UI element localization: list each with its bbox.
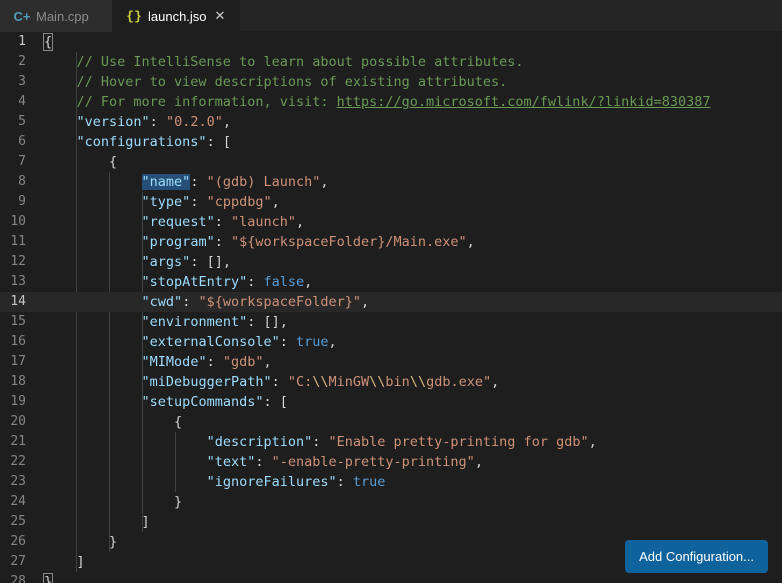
code-line[interactable]: 3 // Hover to view descriptions of exist… bbox=[0, 72, 782, 92]
code-line[interactable]: 15 "environment": [], bbox=[0, 312, 782, 332]
line-number: 1 bbox=[18, 34, 26, 49]
line-number: 2 bbox=[18, 54, 26, 69]
line-content[interactable]: "environment": [], bbox=[44, 312, 782, 332]
line-content[interactable]: "stopAtEntry": false, bbox=[44, 272, 782, 292]
line-content[interactable]: { bbox=[42, 32, 782, 52]
code-line[interactable]: 22 "text": "-enable-pretty-printing", bbox=[0, 452, 782, 472]
code-line[interactable]: 18 "miDebuggerPath": "C:\\MinGW\\bin\\gd… bbox=[0, 372, 782, 392]
line-content[interactable]: "version": "0.2.0", bbox=[44, 112, 782, 132]
line-number: 10 bbox=[10, 214, 26, 229]
line-number: 20 bbox=[10, 414, 26, 429]
code-line[interactable]: 13 "stopAtEntry": false, bbox=[0, 272, 782, 292]
code-line[interactable]: 19 "setupCommands": [ bbox=[0, 392, 782, 412]
line-content[interactable]: "program": "${workspaceFolder}/Main.exe"… bbox=[44, 232, 782, 252]
tab-label-main-cpp: Main.cpp bbox=[36, 8, 89, 24]
code-line[interactable]: 1 { bbox=[0, 32, 782, 52]
line-number: 26 bbox=[10, 534, 26, 549]
line-number: 3 bbox=[18, 74, 26, 89]
code-line[interactable]: 23 "ignoreFailures": true bbox=[0, 472, 782, 492]
line-content[interactable]: // For more information, visit: https://… bbox=[44, 92, 782, 112]
code-line[interactable]: 4 // For more information, visit: https:… bbox=[0, 92, 782, 112]
tab-main-cpp[interactable]: C+ Main.cpp bbox=[0, 0, 112, 32]
close-icon[interactable]: ✕ bbox=[212, 8, 228, 24]
code-line[interactable]: 28 } bbox=[0, 572, 782, 583]
line-content[interactable]: "ignoreFailures": true bbox=[44, 472, 782, 492]
line-number: 24 bbox=[10, 494, 26, 509]
line-number: 19 bbox=[10, 394, 26, 409]
line-number: 7 bbox=[18, 154, 26, 169]
line-number: 28 bbox=[10, 574, 26, 583]
line-content[interactable]: // Hover to view descriptions of existin… bbox=[44, 72, 782, 92]
line-content[interactable]: "text": "-enable-pretty-printing", bbox=[44, 452, 782, 472]
code-line[interactable]: 17 "MIMode": "gdb", bbox=[0, 352, 782, 372]
line-number: 13 bbox=[10, 274, 26, 289]
line-content[interactable]: "setupCommands": [ bbox=[44, 392, 782, 412]
code-line[interactable]: 20 { bbox=[0, 412, 782, 432]
cpp-file-icon: C+ bbox=[13, 8, 31, 24]
code-editor[interactable]: 1 { 2 // Use IntelliSense to learn about… bbox=[0, 32, 782, 583]
code-content[interactable]: 1 { 2 // Use IntelliSense to learn about… bbox=[0, 32, 782, 583]
line-number: 12 bbox=[10, 254, 26, 269]
line-number: 23 bbox=[10, 474, 26, 489]
line-number: 5 bbox=[18, 114, 26, 129]
line-number: 18 bbox=[10, 374, 26, 389]
line-number: 22 bbox=[10, 454, 26, 469]
code-line[interactable]: 11 "program": "${workspaceFolder}/Main.e… bbox=[0, 232, 782, 252]
code-line[interactable]: 9 "type": "cppdbg", bbox=[0, 192, 782, 212]
code-line[interactable]: 2 // Use IntelliSense to learn about pos… bbox=[0, 52, 782, 72]
line-number: 4 bbox=[18, 94, 26, 109]
tab-label-launch-json: launch.json bbox=[148, 8, 206, 24]
line-number: 14 bbox=[10, 294, 26, 309]
code-line[interactable]: 21 "description": "Enable pretty-printin… bbox=[0, 432, 782, 452]
add-configuration-button[interactable]: Add Configuration... bbox=[625, 540, 768, 573]
line-content[interactable]: "configurations": [ bbox=[44, 132, 782, 152]
editor-tab-bar: C+ Main.cpp {} launch.json ✕ bbox=[0, 0, 782, 32]
code-line[interactable]: 12 "args": [], bbox=[0, 252, 782, 272]
line-content[interactable]: { bbox=[44, 152, 782, 172]
line-content[interactable]: ] bbox=[44, 512, 782, 532]
line-number: 27 bbox=[10, 554, 26, 569]
line-content[interactable]: // Use IntelliSense to learn about possi… bbox=[44, 52, 782, 72]
line-number: 8 bbox=[18, 174, 26, 189]
line-content[interactable]: "MIMode": "gdb", bbox=[44, 352, 782, 372]
line-content[interactable]: } bbox=[42, 572, 782, 583]
tab-launch-json[interactable]: {} launch.json ✕ bbox=[112, 0, 240, 32]
documentation-link[interactable]: https://go.microsoft.com/fwlink/?linkid=… bbox=[337, 94, 711, 110]
line-content[interactable]: "externalConsole": true, bbox=[44, 332, 782, 352]
code-line[interactable]: 6 "configurations": [ bbox=[0, 132, 782, 152]
line-content[interactable]: { bbox=[44, 412, 782, 432]
line-number: 17 bbox=[10, 354, 26, 369]
line-content[interactable]: "name": "(gdb) Launch", bbox=[44, 172, 782, 192]
line-number: 15 bbox=[10, 314, 26, 329]
line-content[interactable]: "description": "Enable pretty-printing f… bbox=[44, 432, 782, 452]
line-content[interactable]: "cwd": "${workspaceFolder}", bbox=[44, 292, 782, 312]
code-line[interactable]: 25 ] bbox=[0, 512, 782, 532]
code-line-active[interactable]: 14 "cwd": "${workspaceFolder}", bbox=[0, 292, 782, 312]
line-content[interactable]: } bbox=[44, 492, 782, 512]
line-number: 25 bbox=[10, 514, 26, 529]
code-line[interactable]: 24 } bbox=[0, 492, 782, 512]
line-number: 6 bbox=[18, 134, 26, 149]
code-line[interactable]: 8 "name": "(gdb) Launch", bbox=[0, 172, 782, 192]
json-file-icon: {} bbox=[126, 8, 142, 24]
code-line[interactable]: 7 { bbox=[0, 152, 782, 172]
code-line[interactable]: 16 "externalConsole": true, bbox=[0, 332, 782, 352]
code-line[interactable]: 10 "request": "launch", bbox=[0, 212, 782, 232]
line-number: 11 bbox=[10, 234, 26, 249]
line-number: 21 bbox=[10, 434, 26, 449]
line-content[interactable]: "args": [], bbox=[44, 252, 782, 272]
line-content[interactable]: "miDebuggerPath": "C:\\MinGW\\bin\\gdb.e… bbox=[44, 372, 782, 392]
line-number: 9 bbox=[18, 194, 26, 209]
line-number: 16 bbox=[10, 334, 26, 349]
line-content[interactable]: "type": "cppdbg", bbox=[44, 192, 782, 212]
line-content[interactable]: "request": "launch", bbox=[44, 212, 782, 232]
tab-bar-empty-space bbox=[240, 0, 782, 31]
code-line[interactable]: 5 "version": "0.2.0", bbox=[0, 112, 782, 132]
